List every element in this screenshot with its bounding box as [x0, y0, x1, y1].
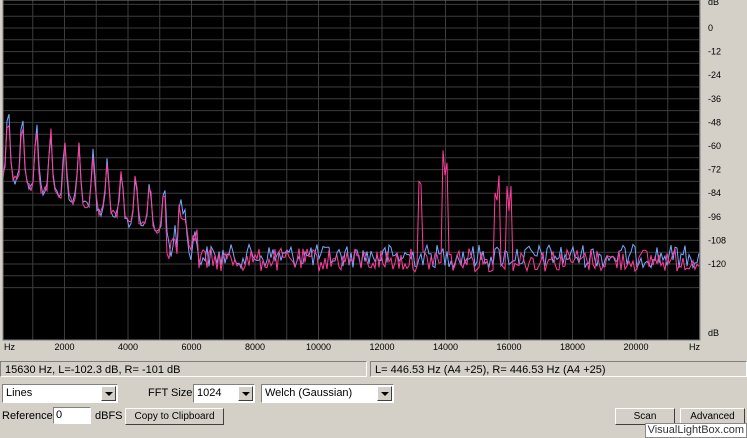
hz-tick-label: 12000 — [369, 342, 394, 352]
db-tick-label: -48 — [708, 117, 721, 127]
db-unit-label: dB — [708, 0, 719, 7]
hz-tick-label: 16000 — [496, 342, 521, 352]
fft-size-label: FFT Size — [148, 387, 193, 399]
chevron-down-icon[interactable] — [238, 386, 253, 401]
hz-left-label: Hz — [4, 342, 15, 352]
db-tick-label: -120 — [708, 259, 726, 269]
hz-tick-label: 14000 — [433, 342, 458, 352]
cursor-readout: 15630 Hz, L=-102.3 dB, R= -101 dB — [0, 361, 367, 377]
window-select[interactable]: Welch (Gaussian) — [261, 384, 394, 403]
hz-tick-label: 4000 — [118, 342, 138, 352]
db-tick-label: -108 — [708, 235, 726, 245]
spectrum-panel: dB 0 -12 -24 -36 -48 -60 -72 -84 -96 -108 -120 dB Hz 2… — [0, 0, 747, 356]
reference-label: Reference — [2, 410, 53, 422]
peak-readout: L= 446.53 Hz (A4 +25), R= 446.53 Hz (A4 … — [370, 361, 747, 377]
watermark: VisualLightBox.com — [644, 423, 747, 438]
db-tick-label: 0 — [708, 23, 713, 33]
hz-tick-label: 20000 — [623, 342, 648, 352]
fft-size-select[interactable]: 1024 — [193, 384, 255, 403]
copy-to-clipboard-button[interactable]: Copy to Clipboard — [125, 408, 224, 425]
db-bottom-unit-label: dB — [708, 328, 719, 338]
display-mode-select[interactable]: Lines — [2, 384, 118, 403]
db-tick-label: -84 — [708, 188, 721, 198]
chevron-down-icon[interactable] — [101, 386, 116, 401]
db-tick-label: -72 — [708, 165, 721, 175]
db-tick-label: -96 — [708, 212, 721, 222]
db-tick-label: -12 — [708, 47, 721, 57]
fft-size-value: 1024 — [197, 387, 222, 399]
db-tick-label: -24 — [708, 70, 721, 80]
hz-tick-label: 6000 — [181, 342, 201, 352]
db-tick-label: -60 — [708, 141, 721, 151]
hz-tick-label: 2000 — [54, 342, 74, 352]
db-tick-label: -36 — [708, 94, 721, 104]
spectrum-plot[interactable]: dB 0 -12 -24 -36 -48 -60 -72 -84 -96 -108 -120 dB Hz 2… — [0, 0, 747, 356]
chevron-down-icon[interactable] — [377, 386, 392, 401]
hz-right-label: Hz — [689, 342, 700, 352]
hz-tick-label: 10000 — [306, 342, 331, 352]
reference-input[interactable]: 0 — [53, 407, 91, 424]
window-value: Welch (Gaussian) — [265, 387, 353, 399]
dbfs-label: dBFS — [95, 410, 123, 422]
display-mode-value: Lines — [6, 387, 33, 399]
hz-tick-label: 18000 — [560, 342, 585, 352]
hz-tick-label: 8000 — [245, 342, 265, 352]
